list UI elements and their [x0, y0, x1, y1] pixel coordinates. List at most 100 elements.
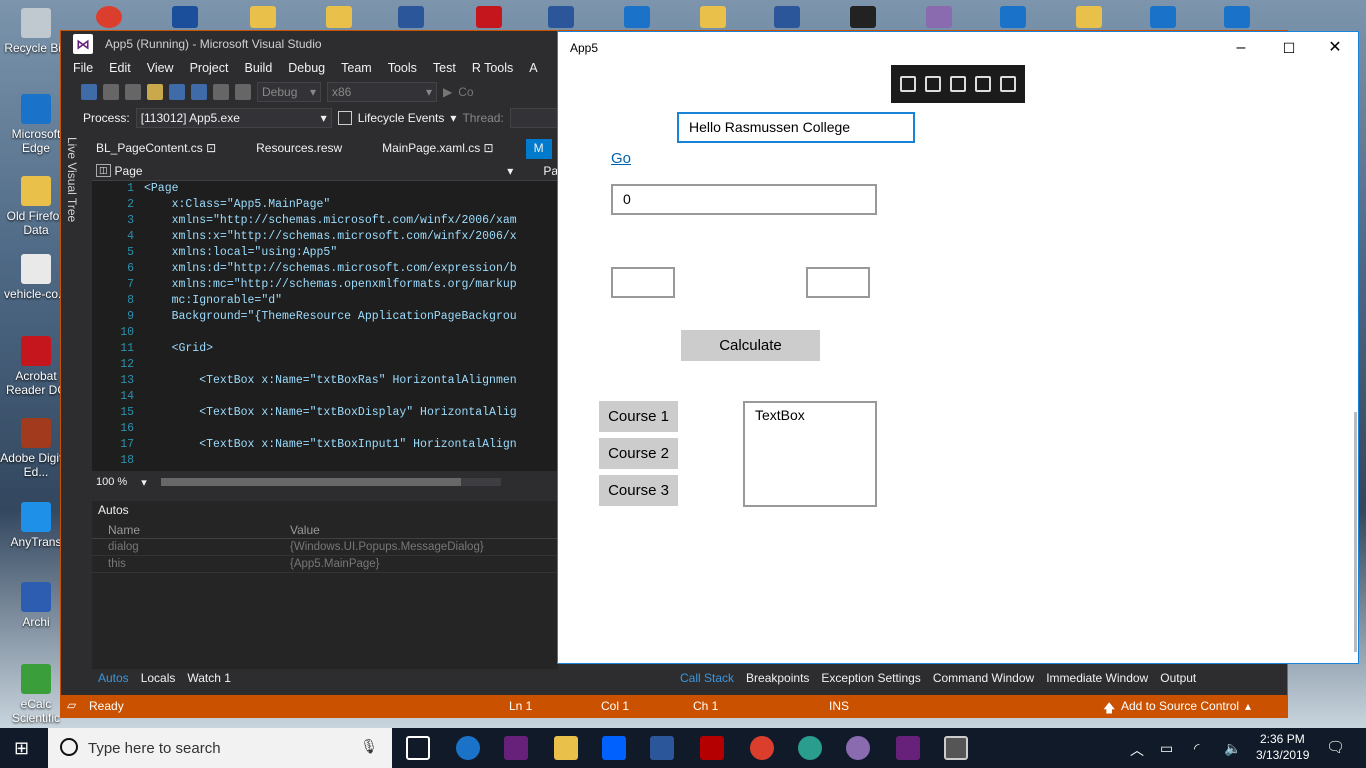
menu-item-view[interactable]: View [139, 61, 182, 75]
autos-row[interactable]: dialog {Windows.UI.Popups.MessageDialog} [92, 539, 558, 556]
edge-file-icon[interactable] [624, 6, 650, 28]
input1-textbox[interactable] [611, 267, 675, 298]
word-file-icon[interactable] [548, 6, 574, 28]
calculate-button[interactable]: Calculate [681, 330, 820, 361]
hacker-icon[interactable] [850, 6, 876, 28]
volume-icon[interactable]: 🔈 [1224, 740, 1241, 757]
code-line[interactable]: 7 xmlns:mc="http://schemas.openxmlformat… [92, 277, 558, 293]
edge-file-icon[interactable] [1224, 6, 1250, 28]
course2-button[interactable]: Course 2 [599, 438, 678, 469]
menu-item-edit[interactable]: Edit [101, 61, 139, 75]
display-layout-adorners-icon[interactable] [949, 76, 966, 92]
menu-item-r-tools[interactable]: R Tools [464, 61, 521, 75]
debug-tab-command-window[interactable]: Command Window [927, 669, 1040, 687]
minimize-button[interactable]: – [1218, 34, 1264, 62]
track-focus-icon[interactable] [975, 76, 992, 92]
code-line[interactable]: 17 <TextBox x:Name="txtBoxInput1" Horizo… [92, 437, 558, 453]
battery-icon[interactable]: ▭ [1160, 740, 1173, 757]
course1-button[interactable]: Course 1 [599, 401, 678, 432]
input2-textbox[interactable] [806, 267, 870, 298]
code-line[interactable]: 14 [92, 389, 558, 405]
zip-file-icon[interactable] [250, 6, 276, 28]
continue-button[interactable]: Co [458, 85, 473, 99]
select-element-icon[interactable] [924, 76, 941, 92]
code-line[interactable]: 6 xmlns:d="http://schemas.microsoft.com/… [92, 261, 558, 277]
file-icon[interactable] [926, 6, 952, 28]
microphone-icon[interactable]: 🎙 [360, 738, 378, 755]
debug-tab-breakpoints[interactable]: Breakpoints [740, 669, 815, 687]
task-view-icon[interactable] [406, 736, 430, 760]
code-line[interactable]: 9 Background="{ThemeResource Application… [92, 309, 558, 325]
course3-button[interactable]: Course 3 [599, 475, 678, 506]
code-line[interactable]: 4 xmlns:x="http://schemas.microsoft.com/… [92, 229, 558, 245]
file-explorer-icon[interactable] [554, 736, 578, 760]
code-line[interactable]: 18 [92, 453, 558, 469]
menu-item-test[interactable]: Test [425, 61, 464, 75]
edge-file-icon[interactable] [1150, 6, 1176, 28]
taskbar-search-box[interactable]: Type here to search 🎙 [48, 728, 392, 768]
visual-studio-taskbar-icon[interactable] [504, 736, 528, 760]
tab-bl-pagecontent[interactable]: BL_PageContent.cs ⊡ [88, 139, 224, 159]
code-line[interactable]: 8 mc:Ignorable="d" [92, 293, 558, 309]
menu-item-build[interactable]: Build [236, 61, 280, 75]
word-file-icon[interactable] [398, 6, 424, 28]
code-line[interactable]: 3 xmlns="http://schemas.microsoft.com/wi… [92, 213, 558, 229]
display-textbox[interactable]: 0 [611, 184, 877, 215]
zip-file-icon[interactable] [326, 6, 352, 28]
code-line[interactable]: 1 <Page [92, 181, 558, 197]
code-line[interactable]: 11 <Grid> [92, 341, 558, 357]
word-file-icon[interactable] [774, 6, 800, 28]
maximize-button[interactable]: ☐ [1266, 34, 1312, 62]
code-editor[interactable]: 1 <Page 2 x:Class="App5.MainPage" 3 xmlns="… [92, 181, 558, 471]
config-dropdown[interactable]: Debug ▾ [257, 82, 321, 102]
multiline-textbox[interactable]: TextBox [743, 401, 877, 507]
undo-icon[interactable] [213, 84, 229, 100]
back-icon[interactable] [81, 84, 97, 100]
thread-dropdown[interactable] [509, 108, 560, 128]
add-to-source-control-button[interactable]: Add to Source Control [1121, 699, 1239, 713]
code-line[interactable]: 2 x:Class="App5.MainPage" [92, 197, 558, 213]
debug-tab-output[interactable]: Output [1154, 669, 1202, 687]
visual-studio-running-icon[interactable] [896, 736, 920, 760]
edge-taskbar-icon[interactable] [456, 736, 480, 760]
file-icon[interactable] [476, 6, 502, 28]
autos-row[interactable]: this {App5.MainPage} [92, 556, 558, 573]
app-shortcut-icon[interactable] [172, 6, 198, 28]
menu-item-file[interactable]: File [65, 61, 101, 75]
app5-taskbar-icon[interactable] [944, 736, 968, 760]
zoom-dropdown-icon[interactable]: ▾ [141, 476, 147, 489]
debug-tab-autos[interactable]: Autos [92, 669, 135, 689]
debug-tab-immediate-window[interactable]: Immediate Window [1040, 669, 1154, 687]
debug-tab-exception-settings[interactable]: Exception Settings [815, 669, 926, 687]
live-visual-tree-sidebar[interactable]: Live Visual Tree [61, 131, 88, 531]
edge-file-icon[interactable] [1000, 6, 1026, 28]
redo-icon[interactable] [235, 84, 251, 100]
code-line[interactable]: 15 <TextBox x:Name="txtBoxDisplay" Horiz… [92, 405, 558, 421]
tab-mainpage-xaml[interactable]: M [525, 139, 552, 159]
save-icon[interactable] [169, 84, 185, 100]
chrome-icon[interactable] [96, 6, 122, 28]
save-all-icon[interactable] [191, 84, 207, 100]
debug-tab-call-stack[interactable]: Call Stack [674, 669, 741, 687]
close-button[interactable]: ✕ [1312, 34, 1358, 62]
ras-textbox[interactable]: Hello Rasmussen College [677, 112, 915, 143]
wifi-icon[interactable]: ◜ [1194, 740, 1199, 757]
process-dropdown[interactable]: [113012] App5.exe ▾ [135, 108, 332, 128]
zip-file-icon[interactable] [700, 6, 726, 28]
word-taskbar-icon[interactable] [650, 736, 674, 760]
nav-scope-dropdown[interactable]: Page [115, 164, 143, 178]
play-icon[interactable]: ▶ [443, 85, 452, 99]
go-link[interactable]: Go [611, 150, 631, 167]
debug-tab-watch-1[interactable]: Watch 1 [181, 669, 237, 689]
notification-icon[interactable]: 🗨 [1326, 738, 1345, 756]
code-line[interactable]: 16 [92, 421, 558, 437]
zoom-level[interactable]: 100 % [92, 476, 127, 488]
menu-item-team[interactable]: Team [333, 61, 380, 75]
debug-tab-locals[interactable]: Locals [135, 669, 182, 689]
horizontal-scrollbar[interactable] [160, 478, 501, 486]
clock-time[interactable]: 2:36 PM [1260, 732, 1305, 746]
nav-member-dropdown[interactable]: Pa [543, 164, 558, 178]
filezilla-icon[interactable] [700, 736, 724, 760]
tab-mainpage-xaml-cs[interactable]: MainPage.xaml.cs ⊡ [374, 139, 501, 159]
code-line[interactable]: 13 <TextBox x:Name="txtBoxRas" Horizonta… [92, 373, 558, 389]
